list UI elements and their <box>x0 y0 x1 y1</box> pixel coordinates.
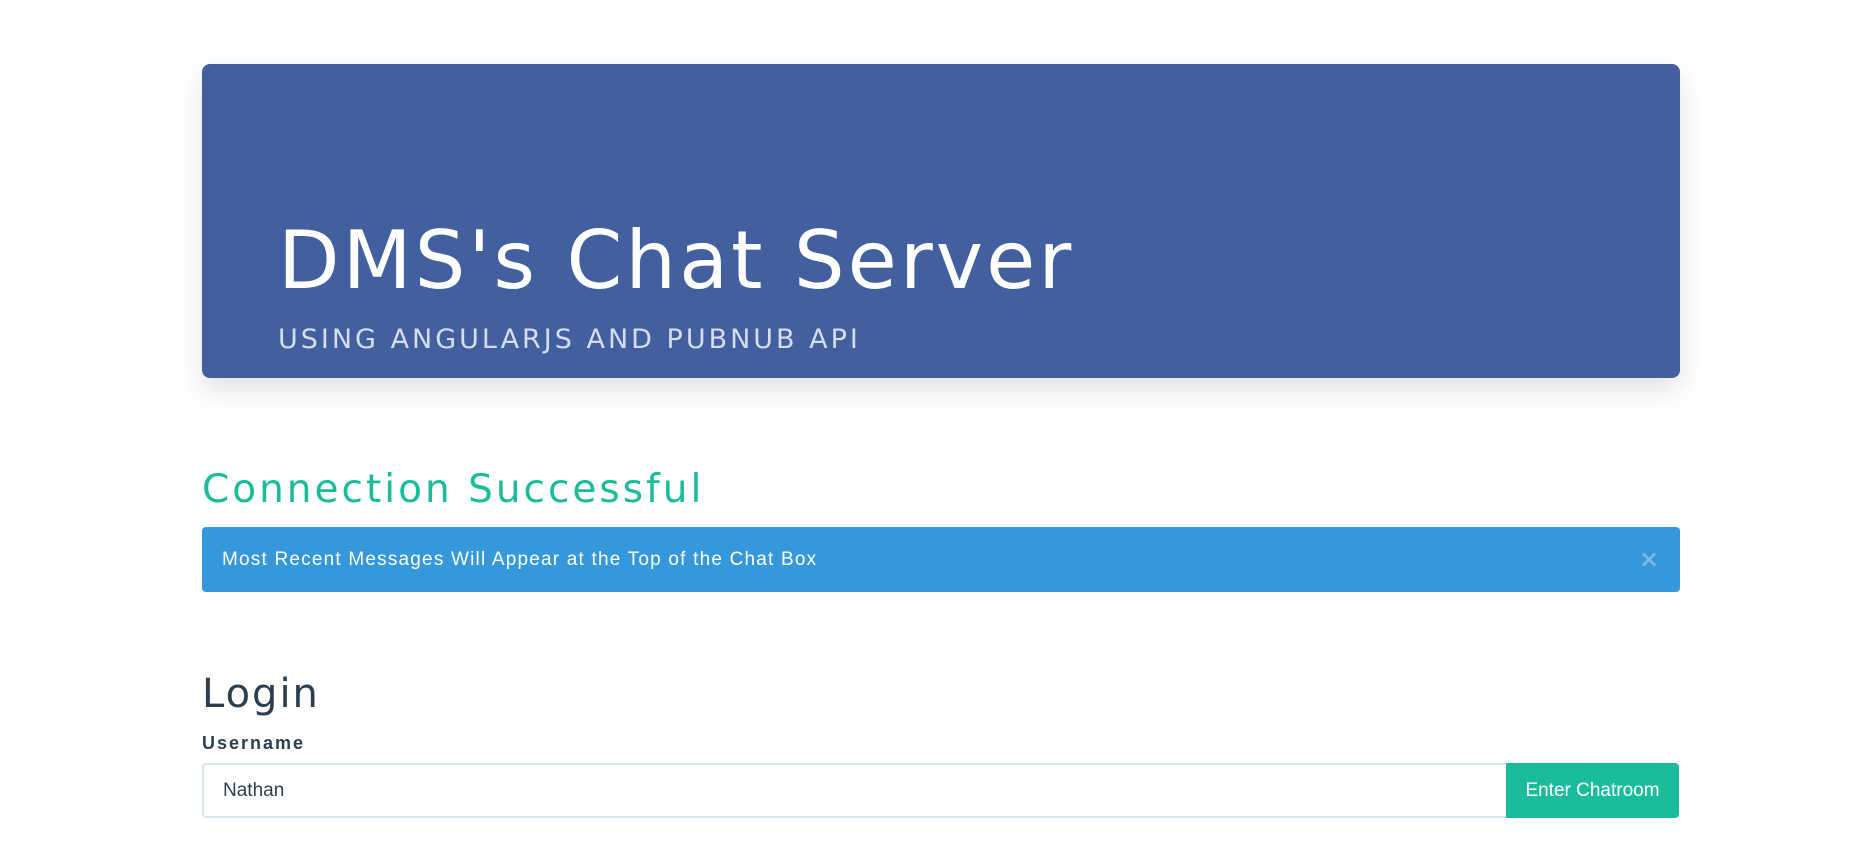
alert-message: Most Recent Messages Will Appear at the … <box>222 549 818 570</box>
username-label: Username <box>202 733 306 753</box>
connection-status-heading: Connection Successful <box>202 467 705 512</box>
close-icon[interactable]: × <box>1634 542 1664 576</box>
page-subtitle: USING ANGULARJS AND PUBNUB API <box>278 324 861 355</box>
header-jumbotron: DMS's Chat Server USING ANGULARJS AND PU… <box>202 64 1680 378</box>
login-input-group: Enter Chatroom <box>202 763 1679 818</box>
login-heading: Login <box>202 671 320 717</box>
info-alert: Most Recent Messages Will Appear at the … <box>202 527 1680 592</box>
enter-chatroom-button[interactable]: Enter Chatroom <box>1506 763 1679 818</box>
page-title: DMS's Chat Server <box>278 214 1075 307</box>
username-input[interactable] <box>202 763 1506 818</box>
